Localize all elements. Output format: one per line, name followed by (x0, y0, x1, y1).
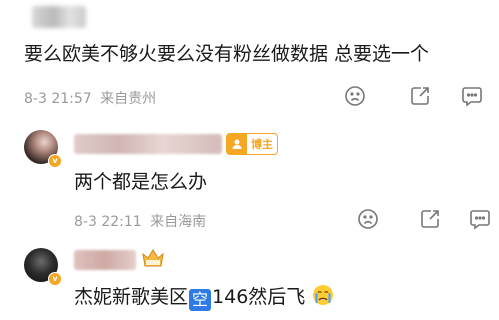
username-blurred[interactable] (74, 134, 222, 154)
reply-text: 杰妮新歌美区空 146然后飞 (74, 283, 335, 313)
username-top-blurred[interactable] (32, 6, 86, 28)
share-icon[interactable] (408, 84, 432, 108)
verified-badge-icon: v (48, 272, 62, 286)
comment-icon[interactable] (468, 207, 492, 231)
comment-location: 来自贵州 (100, 91, 157, 107)
kong-badge: 空 (189, 289, 212, 311)
share-icon[interactable] (418, 207, 442, 231)
comment-date: 8-3 21:57 (24, 91, 92, 107)
comment-icon[interactable] (460, 84, 484, 108)
reply-date: 8-3 22:11 (74, 214, 142, 230)
fan-level-icon (140, 246, 166, 270)
crying-face-icon (311, 283, 335, 313)
comment-text: 要么欧美不够火要么没有粉丝做数据 总要选一个 (24, 43, 430, 65)
username-blurred[interactable] (74, 250, 136, 270)
blogger-badge: 博主 (226, 133, 278, 155)
reply-text-part: 杰妮新歌美区 (74, 286, 189, 308)
reply-meta: 8-3 22:11 来自海南 (74, 211, 206, 231)
blogger-badge-label: 博主 (251, 138, 273, 151)
blogger-icon (227, 134, 247, 154)
dislike-icon[interactable] (356, 207, 380, 231)
dislike-icon[interactable] (343, 84, 367, 108)
reply-location: 来自海南 (150, 214, 207, 230)
reply-text-part: 146然后飞 (212, 286, 306, 308)
comment-meta: 8-3 21:57 来自贵州 (24, 88, 156, 108)
reply-text: 两个都是怎么办 (74, 171, 208, 193)
verified-badge-icon: v (48, 154, 62, 168)
